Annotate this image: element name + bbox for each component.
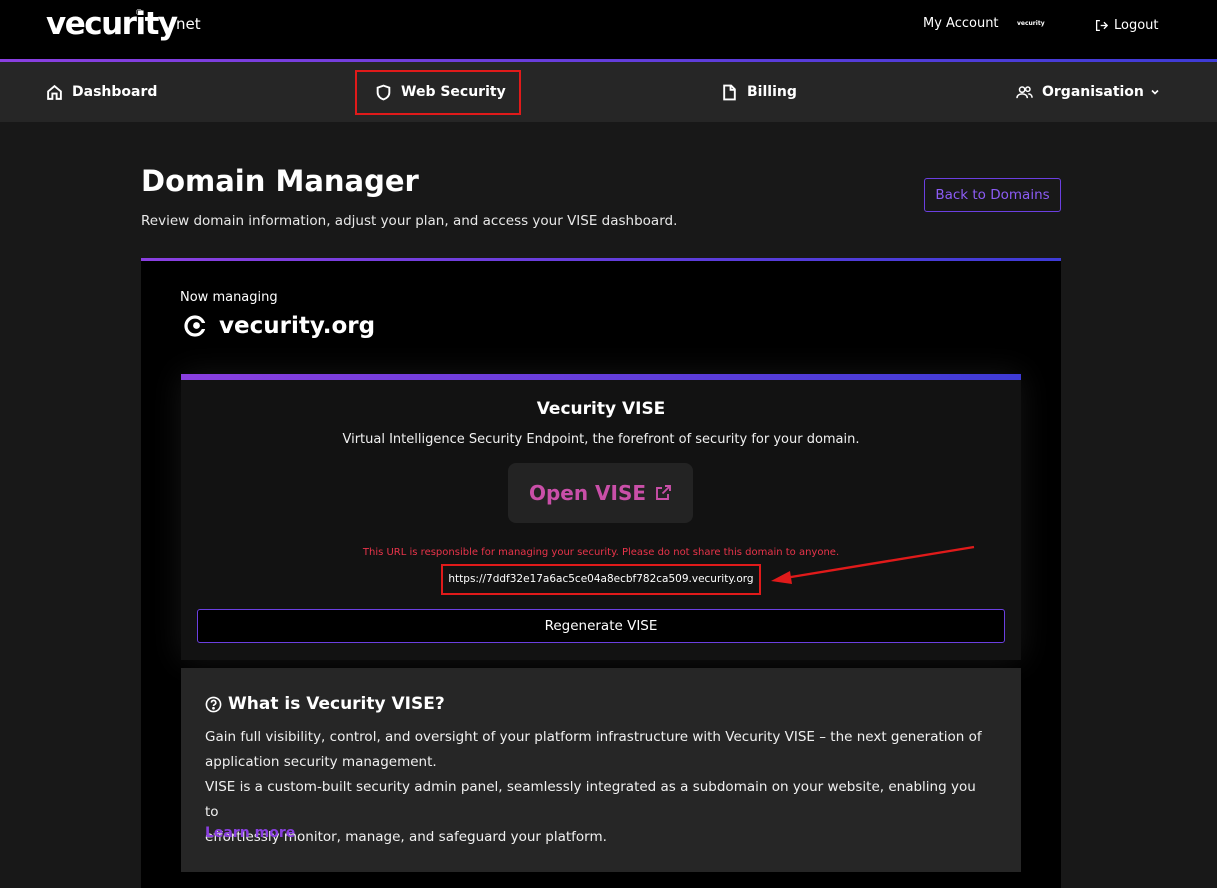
external-link-icon [656,485,671,500]
open-vise-button[interactable]: Open VISE [508,463,693,523]
main-nav: Dashboard Web Security Billing Organisat… [0,62,1217,122]
info-line: Gain full visibility, control, and overs… [205,729,982,745]
info-heading: What is Vecurity VISE? [205,694,445,714]
logout-button[interactable]: Logout [1095,18,1159,33]
info-line: VISE is a custom-built security admin pa… [205,779,976,820]
logo-registered-mark: ® [135,8,143,17]
info-title: What is Vecurity VISE? [228,694,445,714]
open-vise-label: Open VISE [528,481,647,505]
vise-description: Virtual Intelligence Security Endpoint, … [342,432,860,447]
chevron-down-icon [1151,89,1159,95]
nav-item-organisation[interactable]: Organisation [1016,62,1160,122]
info-line: application security management. [205,754,437,770]
nav-item-label: Dashboard [72,84,158,100]
vecurity-logo-icon [184,315,206,337]
nav-item-label: Organisation [1042,84,1144,100]
info-line: effortlessly monitor, manage, and safegu… [205,829,607,845]
brand-logo-suffix: net [176,15,201,33]
learn-more-link[interactable]: Learn more [205,825,295,841]
annotation-highlight-url [441,564,761,595]
file-icon [723,84,736,100]
vise-warning-text: This URL is responsible for managing you… [362,547,840,558]
page-subtitle: Review domain information, adjust your p… [141,213,678,229]
nav-item-dashboard[interactable]: Dashboard [46,62,157,122]
nav-item-label: Billing [747,84,797,100]
page-title: Domain Manager [141,164,419,198]
domain-name: vecurity.org [219,313,376,339]
logout-icon [1095,19,1108,32]
users-icon [1016,85,1033,98]
vise-card: Vecurity VISE Virtual Intelligence Secur… [181,374,1021,660]
my-account-link[interactable]: My Account [923,16,999,31]
top-header: vecurity ® net My Account vecurity Logou… [0,0,1217,59]
annotation-highlight-web-security [355,70,521,115]
vise-card-accent-line [181,374,1021,380]
brand-logo[interactable]: vecurity [46,6,178,42]
vise-info-card: What is Vecurity VISE? Gain full visibil… [181,668,1021,872]
home-icon [47,84,62,100]
domain-header: vecurity.org [184,313,375,339]
regenerate-vise-button[interactable]: Regenerate VISE [197,609,1005,643]
now-managing-label: Now managing [180,290,278,305]
question-circle-icon [205,696,222,712]
info-body: Gain full visibility, control, and overs… [205,725,985,850]
account-brand-logo: vecurity [1017,20,1045,27]
nav-item-billing[interactable]: Billing [721,62,797,122]
logout-label: Logout [1114,18,1159,33]
back-to-domains-button[interactable]: Back to Domains [924,178,1061,212]
card-accent-line [141,258,1061,261]
vise-title: Vecurity VISE [536,399,666,419]
domain-card: Now managing vecurity.org Vecurity VISE … [141,258,1061,888]
